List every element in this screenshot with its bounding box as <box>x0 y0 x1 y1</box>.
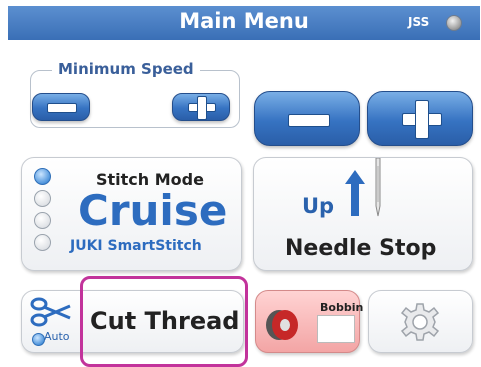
jss-indicator-icon[interactable] <box>446 15 462 31</box>
speed-increase-button[interactable] <box>367 91 473 146</box>
radio-icon <box>34 234 51 251</box>
minus-icon <box>288 114 330 127</box>
min-speed-decrease-button[interactable] <box>32 93 90 121</box>
radio-icon <box>34 190 51 207</box>
stitch-mode-value: Cruise <box>78 186 228 235</box>
bobbin-status-box <box>317 315 355 343</box>
bobbin-icon <box>266 310 298 340</box>
selection-highlight <box>80 276 248 367</box>
bobbin-label: Bobbin <box>320 301 364 314</box>
header-bar: Main Menu JSS <box>8 6 480 40</box>
needle-icon <box>375 158 381 217</box>
scissors-icon <box>30 297 71 327</box>
speed-decrease-button[interactable] <box>254 91 360 146</box>
gear-icon <box>400 303 440 341</box>
min-speed-increase-button[interactable] <box>172 93 230 121</box>
radio-icon <box>34 212 51 229</box>
auto-label: Auto <box>44 330 70 343</box>
up-arrow-icon <box>345 170 365 216</box>
stitch-mode-option: JUKI SmartStitch <box>70 238 202 254</box>
radio-icon <box>34 168 51 185</box>
minus-icon <box>47 103 77 113</box>
needle-direction-label: Up <box>302 194 335 218</box>
jss-label: JSS <box>408 15 430 29</box>
needle-stop-label: Needle Stop <box>285 236 437 261</box>
minimum-speed-label: Minimum Speed <box>52 60 200 78</box>
